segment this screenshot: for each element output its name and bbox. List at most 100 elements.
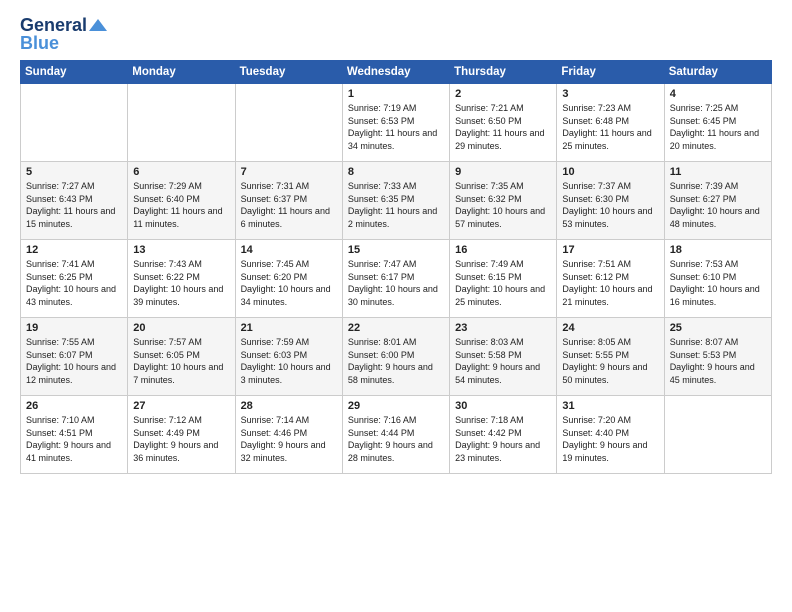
cell-content: Sunrise: 7:39 AMSunset: 6:27 PMDaylight:… xyxy=(670,180,766,230)
logo-container: General Blue xyxy=(20,16,107,52)
day-number: 2 xyxy=(455,88,551,100)
calendar-cell: 30 Sunrise: 7:18 AMSunset: 4:42 PMDayligh… xyxy=(450,396,557,474)
calendar-cell: 27 Sunrise: 7:12 AMSunset: 4:49 PMDayligh… xyxy=(128,396,235,474)
day-number: 8 xyxy=(348,166,444,178)
cell-content: Sunrise: 7:31 AMSunset: 6:37 PMDaylight:… xyxy=(241,180,337,230)
day-number: 10 xyxy=(562,166,658,178)
day-number: 6 xyxy=(133,166,229,178)
calendar-cell: 13 Sunrise: 7:43 AMSunset: 6:22 PMDayligh… xyxy=(128,240,235,318)
day-number: 17 xyxy=(562,244,658,256)
weekday-header-monday: Monday xyxy=(128,61,235,84)
weekday-header-row: SundayMondayTuesdayWednesdayThursdayFrid… xyxy=(21,61,772,84)
cell-content: Sunrise: 8:01 AMSunset: 6:00 PMDaylight:… xyxy=(348,336,444,386)
calendar-cell: 16Sunrise: 7:49 AMSunset: 6:15 PMDayligh… xyxy=(450,240,557,318)
day-number: 21 xyxy=(241,322,337,334)
cell-content: Sunrise: 7:41 AMSunset: 6:25 PMDaylight:… xyxy=(26,258,122,308)
cell-content: Sunrise: 7:23 AMSunset: 6:48 PMDaylight:… xyxy=(562,102,658,152)
cell-content: Sunrise: 7:10 AMSunset: 4:51 PMDaylight:… xyxy=(26,414,122,464)
cell-content: Sunrise: 7:47 AMSunset: 6:17 PMDaylight:… xyxy=(348,258,444,308)
cell-content: Sunrise: 7:29 AMSunset: 6:40 PMDaylight:… xyxy=(133,180,229,230)
calendar-cell: 20Sunrise: 7:57 AMSunset: 6:05 PMDayligh… xyxy=(128,318,235,396)
cell-content: Sunrise: 7:37 AMSunset: 6:30 PMDaylight:… xyxy=(562,180,658,230)
cell-content: Sunrise: 7:20 AMSunset: 4:40 PMDaylight:… xyxy=(562,414,658,464)
day-number: 28 xyxy=(241,400,337,412)
day-number: 19 xyxy=(26,322,122,334)
week-row-2: 5 Sunrise: 7:27 AMSunset: 6:43 PMDaylight… xyxy=(21,162,772,240)
calendar-cell: 12 Sunrise: 7:41 AMSunset: 6:25 PMDayligh… xyxy=(21,240,128,318)
page-header: General Blue xyxy=(20,16,772,52)
logo-bird-icon xyxy=(89,18,107,32)
calendar-cell xyxy=(128,84,235,162)
cell-content: Sunrise: 7:55 AMSunset: 6:07 PMDaylight:… xyxy=(26,336,122,386)
day-number: 30 xyxy=(455,400,551,412)
day-number: 31 xyxy=(562,400,658,412)
calendar-table: SundayMondayTuesdayWednesdayThursdayFrid… xyxy=(20,60,772,474)
day-number: 1 xyxy=(348,88,444,100)
day-number: 22 xyxy=(348,322,444,334)
cell-content: Sunrise: 7:27 AMSunset: 6:43 PMDaylight:… xyxy=(26,180,122,230)
day-number: 18 xyxy=(670,244,766,256)
cell-content: Sunrise: 7:12 AMSunset: 4:49 PMDaylight:… xyxy=(133,414,229,464)
cell-content: Sunrise: 7:33 AMSunset: 6:35 PMDaylight:… xyxy=(348,180,444,230)
calendar-cell: 23 Sunrise: 8:03 AMSunset: 5:58 PMDayligh… xyxy=(450,318,557,396)
cell-content: Sunrise: 7:18 AMSunset: 4:42 PMDaylight:… xyxy=(455,414,551,464)
day-number: 23 xyxy=(455,322,551,334)
day-number: 9 xyxy=(455,166,551,178)
cell-content: Sunrise: 8:03 AMSunset: 5:58 PMDaylight:… xyxy=(455,336,551,386)
calendar-cell: 19 Sunrise: 7:55 AMSunset: 6:07 PMDayligh… xyxy=(21,318,128,396)
cell-content: Sunrise: 7:57 AMSunset: 6:05 PMDaylight:… xyxy=(133,336,229,386)
logo: General Blue xyxy=(20,16,107,52)
day-number: 11 xyxy=(670,166,766,178)
calendar-cell: 11 Sunrise: 7:39 AMSunset: 6:27 PMDayligh… xyxy=(664,162,771,240)
day-number: 24 xyxy=(562,322,658,334)
calendar-page: General Blue SundayMondayTuesdayWednesda… xyxy=(0,0,792,612)
logo-general: General xyxy=(20,16,87,34)
calendar-cell: 25 Sunrise: 8:07 AMSunset: 5:53 PMDayligh… xyxy=(664,318,771,396)
calendar-cell xyxy=(235,84,342,162)
day-number: 12 xyxy=(26,244,122,256)
weekday-header-friday: Friday xyxy=(557,61,664,84)
cell-content: Sunrise: 7:43 AMSunset: 6:22 PMDaylight:… xyxy=(133,258,229,308)
day-number: 13 xyxy=(133,244,229,256)
calendar-cell xyxy=(21,84,128,162)
calendar-cell: 18Sunrise: 7:53 AMSunset: 6:10 PMDayligh… xyxy=(664,240,771,318)
weekday-header-wednesday: Wednesday xyxy=(342,61,449,84)
day-number: 15 xyxy=(348,244,444,256)
cell-content: Sunrise: 8:07 AMSunset: 5:53 PMDaylight:… xyxy=(670,336,766,386)
weekday-header-tuesday: Tuesday xyxy=(235,61,342,84)
day-number: 3 xyxy=(562,88,658,100)
calendar-cell: 3 Sunrise: 7:23 AMSunset: 6:48 PMDaylight… xyxy=(557,84,664,162)
day-number: 27 xyxy=(133,400,229,412)
day-number: 4 xyxy=(670,88,766,100)
logo-blue: Blue xyxy=(20,34,107,52)
cell-content: Sunrise: 8:05 AMSunset: 5:55 PMDaylight:… xyxy=(562,336,658,386)
day-number: 5 xyxy=(26,166,122,178)
calendar-cell: 26Sunrise: 7:10 AMSunset: 4:51 PMDayligh… xyxy=(21,396,128,474)
calendar-cell: 4 Sunrise: 7:25 AMSunset: 6:45 PMDaylight… xyxy=(664,84,771,162)
week-row-5: 26Sunrise: 7:10 AMSunset: 4:51 PMDayligh… xyxy=(21,396,772,474)
day-number: 25 xyxy=(670,322,766,334)
calendar-cell: 22 Sunrise: 8:01 AMSunset: 6:00 PMDayligh… xyxy=(342,318,449,396)
day-number: 7 xyxy=(241,166,337,178)
calendar-cell: 1 Sunrise: 7:19 AMSunset: 6:53 PMDaylight… xyxy=(342,84,449,162)
calendar-cell: 28 Sunrise: 7:14 AMSunset: 4:46 PMDayligh… xyxy=(235,396,342,474)
cell-content: Sunrise: 7:21 AMSunset: 6:50 PMDaylight:… xyxy=(455,102,551,152)
calendar-cell xyxy=(664,396,771,474)
calendar-cell: 21Sunrise: 7:59 AMSunset: 6:03 PMDayligh… xyxy=(235,318,342,396)
cell-content: Sunrise: 7:25 AMSunset: 6:45 PMDaylight:… xyxy=(670,102,766,152)
weekday-header-sunday: Sunday xyxy=(21,61,128,84)
calendar-cell: 6 Sunrise: 7:29 AMSunset: 6:40 PMDaylight… xyxy=(128,162,235,240)
calendar-cell: 2 Sunrise: 7:21 AMSunset: 6:50 PMDaylight… xyxy=(450,84,557,162)
day-number: 16 xyxy=(455,244,551,256)
day-number: 14 xyxy=(241,244,337,256)
calendar-cell: 15 Sunrise: 7:47 AMSunset: 6:17 PMDayligh… xyxy=(342,240,449,318)
calendar-cell: 5 Sunrise: 7:27 AMSunset: 6:43 PMDaylight… xyxy=(21,162,128,240)
cell-content: Sunrise: 7:14 AMSunset: 4:46 PMDaylight:… xyxy=(241,414,337,464)
calendar-cell: 17 Sunrise: 7:51 AMSunset: 6:12 PMDayligh… xyxy=(557,240,664,318)
calendar-cell: 9Sunrise: 7:35 AMSunset: 6:32 PMDaylight… xyxy=(450,162,557,240)
cell-content: Sunrise: 7:19 AMSunset: 6:53 PMDaylight:… xyxy=(348,102,444,152)
calendar-cell: 24 Sunrise: 8:05 AMSunset: 5:55 PMDayligh… xyxy=(557,318,664,396)
cell-content: Sunrise: 7:51 AMSunset: 6:12 PMDaylight:… xyxy=(562,258,658,308)
weekday-header-thursday: Thursday xyxy=(450,61,557,84)
calendar-cell: 31 Sunrise: 7:20 AMSunset: 4:40 PMDayligh… xyxy=(557,396,664,474)
